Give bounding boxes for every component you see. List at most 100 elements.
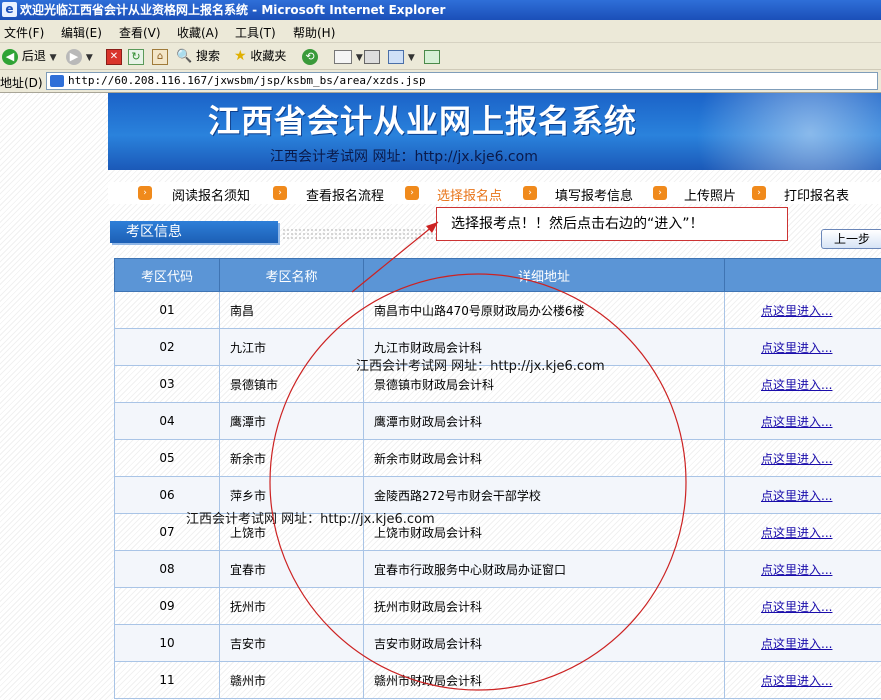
mail-dropdown-icon[interactable]: ▼ bbox=[356, 53, 363, 63]
nav-step-print-form[interactable]: 打印报名表 bbox=[784, 185, 849, 204]
table-header-row: 考区代码 考区名称 详细地址 bbox=[114, 258, 881, 292]
area-action-cell: 点这里进入... bbox=[724, 513, 881, 551]
enter-area-link[interactable]: 点这里进入... bbox=[761, 452, 832, 466]
enter-area-link[interactable]: 点这里进入... bbox=[761, 304, 832, 318]
nav-step-fill-info[interactable]: 填写报考信息 bbox=[555, 185, 633, 204]
table-row: 09 抚州市 抚州市财政局会计科 点这里进入... bbox=[114, 587, 881, 625]
menu-file[interactable]: 文件(F) bbox=[4, 24, 44, 41]
mail-button[interactable]: ▼ bbox=[334, 47, 363, 65]
menu-edit[interactable]: 编辑(E) bbox=[61, 24, 102, 41]
enter-area-link[interactable]: 点这里进入... bbox=[761, 600, 832, 614]
address-input[interactable]: http://60.208.116.167/jxwsbm/jsp/ksbm_bs… bbox=[46, 72, 878, 90]
nav-step-upload-photo[interactable]: 上传照片 bbox=[684, 185, 736, 204]
forward-dropdown-icon[interactable]: ▼ bbox=[86, 53, 93, 63]
area-code-cell: 04 bbox=[114, 402, 220, 440]
section-header: 考区信息 bbox=[110, 221, 278, 243]
print-icon bbox=[364, 49, 380, 64]
edit-page-icon bbox=[388, 49, 404, 64]
stop-button[interactable]: ✕ bbox=[106, 47, 122, 65]
area-action-cell: 点这里进入... bbox=[724, 328, 881, 366]
area-name-cell: 南昌 bbox=[219, 291, 364, 329]
browser-toolbar: ◀ 后退 ▼ ▶ ▼ ✕ ↻ ⌂ 🔍 搜索 ★ 收藏夹 ⟲ ▼ ▼ bbox=[0, 43, 881, 70]
search-button[interactable]: 🔍 搜索 bbox=[176, 47, 220, 65]
area-name-cell: 抚州市 bbox=[219, 587, 364, 625]
menu-favorites[interactable]: 收藏(A) bbox=[177, 24, 219, 41]
menu-help[interactable]: 帮助(H) bbox=[293, 24, 335, 41]
enter-area-link[interactable]: 点这里进入... bbox=[761, 563, 832, 577]
table-row: 10 吉安市 吉安市财政局会计科 点这里进入... bbox=[114, 624, 881, 662]
search-label: 搜索 bbox=[196, 49, 221, 63]
area-address-cell: 鹰潭市财政局会计科 bbox=[363, 402, 725, 440]
forward-button[interactable]: ▶ ▼ bbox=[66, 47, 93, 65]
ie-logo-icon: e bbox=[2, 2, 17, 17]
enter-area-link[interactable]: 点这里进入... bbox=[761, 378, 832, 392]
nav-step-view-process[interactable]: 查看报名流程 bbox=[306, 185, 384, 204]
area-code-cell: 08 bbox=[114, 550, 220, 588]
favorites-star-icon: ★ bbox=[234, 48, 247, 64]
exam-area-table: 考区代码 考区名称 详细地址 01 南昌 南昌市中山路470号原财政局办公楼6楼 点这… bbox=[114, 258, 881, 699]
banner-glow bbox=[628, 93, 881, 170]
area-action-cell: 点这里进入... bbox=[724, 624, 881, 662]
print-button[interactable] bbox=[364, 47, 380, 65]
enter-area-link[interactable]: 点这里进入... bbox=[761, 341, 832, 355]
area-action-cell: 点这里进入... bbox=[724, 587, 881, 625]
enter-area-link[interactable]: 点这里进入... bbox=[761, 489, 832, 503]
area-action-cell: 点这里进入... bbox=[724, 550, 881, 588]
favorites-button[interactable]: ★ 收藏夹 bbox=[234, 47, 286, 65]
area-code-cell: 11 bbox=[114, 661, 220, 699]
messenger-icon bbox=[424, 49, 440, 64]
menu-view[interactable]: 查看(V) bbox=[119, 24, 161, 41]
step-bullet-icon: › bbox=[653, 186, 667, 200]
col-header-address: 详细地址 bbox=[363, 258, 725, 292]
enter-area-link[interactable]: 点这里进入... bbox=[761, 674, 832, 688]
messenger-button[interactable] bbox=[424, 47, 440, 65]
edit-button[interactable]: ▼ bbox=[388, 47, 415, 65]
search-icon: 🔍 bbox=[176, 49, 193, 64]
step-bullet-icon: › bbox=[405, 186, 419, 200]
banner-title: 江西省会计从业网上报名系统 bbox=[208, 102, 638, 140]
window-title-bar: e 欢迎光临江西省会计从业资格网上报名系统 - Microsoft Intern… bbox=[0, 0, 881, 20]
table-row: 05 新余市 新余市财政局会计科 点这里进入... bbox=[114, 439, 881, 477]
area-name-cell: 宜春市 bbox=[219, 550, 364, 588]
edit-dropdown-icon[interactable]: ▼ bbox=[408, 53, 415, 63]
table-row: 11 赣州市 赣州市财政局会计科 点这里进入... bbox=[114, 661, 881, 699]
enter-area-link[interactable]: 点这里进入... bbox=[761, 637, 832, 651]
refresh-button[interactable]: ↻ bbox=[128, 47, 144, 65]
area-name-cell: 赣州市 bbox=[219, 661, 364, 699]
back-dropdown-icon[interactable]: ▼ bbox=[50, 53, 57, 63]
area-action-cell: 点这里进入... bbox=[724, 439, 881, 477]
nav-step-read-notice[interactable]: 阅读报名须知 bbox=[172, 185, 250, 204]
section-title: 考区信息 bbox=[126, 224, 182, 240]
table-row: 08 宜春市 宜春市行政服务中心财政局办证窗口 点这里进入... bbox=[114, 550, 881, 588]
area-name-cell: 鹰潭市 bbox=[219, 402, 364, 440]
back-arrow-icon: ◀ bbox=[2, 48, 18, 65]
area-address-cell: 宜春市行政服务中心财政局办证窗口 bbox=[363, 550, 725, 588]
col-header-code: 考区代码 bbox=[114, 258, 220, 292]
refresh-icon: ↻ bbox=[128, 48, 144, 65]
menu-tools[interactable]: 工具(T) bbox=[235, 24, 276, 41]
step-bullet-icon: › bbox=[138, 186, 152, 200]
window-title: 欢迎光临江西省会计从业资格网上报名系统 - Microsoft Internet… bbox=[20, 3, 446, 17]
area-code-cell: 09 bbox=[114, 587, 220, 625]
area-action-cell: 点这里进入... bbox=[724, 476, 881, 514]
col-header-name: 考区名称 bbox=[219, 258, 364, 292]
step-navigation: › 阅读报名须知 › 查看报名流程 › 选择报名点 › 填写报考信息 › 上传照… bbox=[108, 182, 881, 204]
area-code-cell: 05 bbox=[114, 439, 220, 477]
enter-area-link[interactable]: 点这里进入... bbox=[761, 526, 832, 540]
address-url: http://60.208.116.167/jxwsbm/jsp/ksbm_bs… bbox=[68, 74, 426, 87]
nav-step-select-location[interactable]: 选择报名点 bbox=[437, 185, 502, 204]
watermark-text: 江西会计考试网 网址：http://jx.kje6.com bbox=[356, 359, 605, 374]
home-button[interactable]: ⌂ bbox=[152, 47, 168, 65]
history-button[interactable]: ⟲ bbox=[302, 47, 318, 65]
enter-area-link[interactable]: 点这里进入... bbox=[761, 415, 832, 429]
area-action-cell: 点这里进入... bbox=[724, 291, 881, 329]
previous-step-button[interactable]: 上一步 bbox=[821, 229, 881, 249]
area-address-cell: 新余市财政局会计科 bbox=[363, 439, 725, 477]
back-label: 后退 bbox=[21, 49, 46, 63]
menu-bar: 文件(F) 编辑(E) 查看(V) 收藏(A) 工具(T) 帮助(H) bbox=[0, 20, 881, 43]
back-button[interactable]: ◀ 后退 ▼ bbox=[2, 47, 57, 65]
mail-icon bbox=[334, 49, 352, 64]
history-icon: ⟲ bbox=[302, 48, 318, 65]
banner-subtitle: 江西会计考试网 网址：http://jx.kje6.com bbox=[270, 149, 538, 165]
area-action-cell: 点这里进入... bbox=[724, 402, 881, 440]
